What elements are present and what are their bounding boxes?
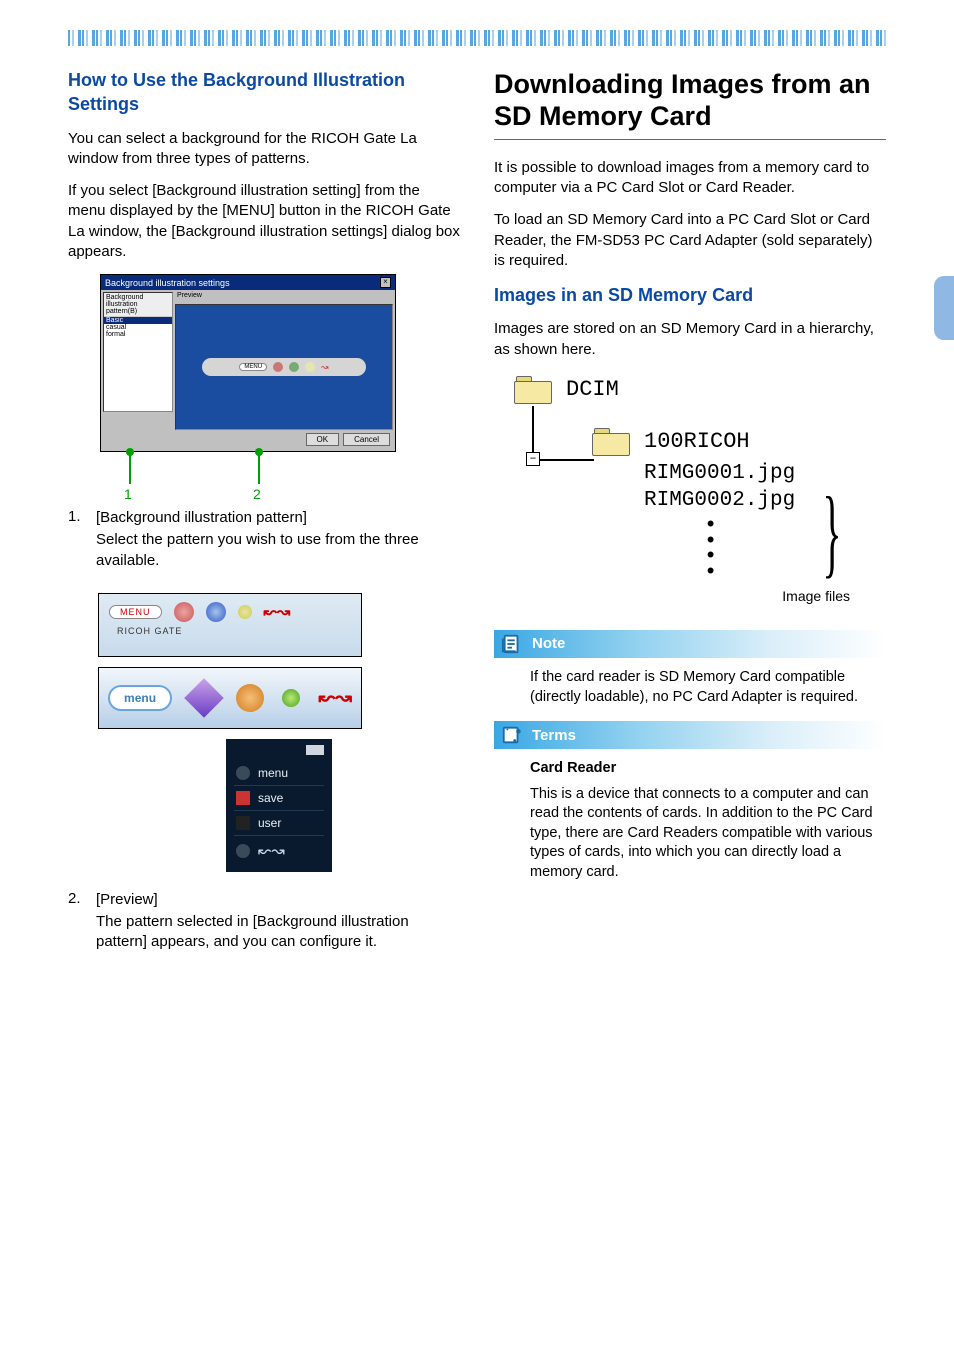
left-column: How to Use the Background Illustration S… [68,68,460,975]
folder-label-sub: 100RICOH [644,431,750,453]
dialog-preview-header: Preview [175,292,393,304]
dot-icon [238,605,252,619]
right-main-heading: Downloading Images from an SD Memory Car… [494,68,886,140]
terms-callout: Terms Card Reader This is a device that … [494,721,886,882]
terms-body: This is a device that connects to a comp… [530,785,886,883]
sphere-icon [282,689,300,707]
pattern-samples: MENU ↜⁠↝ RICOH GATE menu ↜↝ [98,593,460,872]
collapse-icon: – [526,452,540,466]
left-para-2: If you select [Background illustration s… [68,181,460,262]
list-number: 1. [68,508,86,583]
close-icon[interactable]: × [380,277,391,288]
pattern-menu-button: MENU [109,605,162,619]
left-heading: How to Use the Background Illustration S… [68,68,460,117]
pattern-casual: menu ↜↝ [98,667,362,729]
cancel-button[interactable]: Cancel [343,433,390,446]
dialog-window: Background illustration settings × Backg… [100,274,396,452]
pattern-brand-label: RICOH GATE [117,626,182,636]
ok-button[interactable]: OK [306,433,340,446]
list-number: 2. [68,890,86,965]
list-item: 2. [Preview] The pattern selected in [Ba… [68,890,460,965]
folder-icon [514,376,552,404]
folder-icon [592,428,630,456]
dialog-figure: Background illustration settings × Backg… [100,274,460,498]
preview-menu-button: MENU [239,363,267,371]
decorative-diamond-band [68,30,886,46]
preview-dot-icon [273,362,283,372]
preview-swoosh-icon: ↝ [321,362,329,373]
swoosh-icon: ↜↝ [258,841,285,861]
two-column-layout: How to Use the Background Illustration S… [68,68,886,975]
save-icon [236,791,250,805]
dialog-list-item-basic[interactable]: Basic [104,317,172,324]
list-item-title: [Preview] [96,890,460,910]
pattern-row-label: menu [258,766,288,780]
dialog-titlebar: Background illustration settings × [101,275,395,290]
pattern-menu-button: menu [108,685,172,711]
swoosh-icon: ↜⁠↝ [264,602,291,622]
save-icon [174,602,194,622]
dialog-pattern-list[interactable]: Background illustration pattern(B) Basic… [103,292,173,412]
dialog-list-item-casual[interactable]: casual [104,324,172,331]
user-icon [206,602,226,622]
note-body: If the card reader is SD Memory Card com… [530,668,886,707]
list-item-body: The pattern selected in [Background illu… [96,912,460,953]
dialog-preview-area: MENU ↝ [175,304,393,430]
pattern-basic: MENU ↜⁠↝ RICOH GATE [98,593,362,657]
file-list: RIMG0001.jpg RIMG0002.jpg [644,460,886,515]
hierarchy-caption: Image files [494,588,850,604]
user-icon [236,816,250,830]
numbered-list: 2. [Preview] The pattern selected in [Ba… [68,890,460,965]
page-side-tab [934,276,954,340]
note-title: Note [530,635,565,652]
right-para-1: It is possible to download images from a… [494,158,886,199]
note-callout: Note If the card reader is SD Memory Car… [494,630,886,707]
dialog-callouts: 1 2 [100,452,460,498]
right-para-2: To load an SD Memory Card into a PC Card… [494,210,886,271]
dot-icon [236,766,250,780]
callout-number-2: 2 [253,486,261,502]
pattern-formal: menu save user ↜↝ [226,739,332,872]
preview-dot-icon [289,362,299,372]
swoosh-icon: ↜↝ [318,685,352,710]
page: How to Use the Background Illustration S… [0,0,954,1035]
preview-dot-icon [305,362,315,372]
right-subheading: Images in an SD Memory Card [494,283,886,307]
list-item-body: Select the pattern you wish to use from … [96,530,460,571]
dialog-list-header: Background illustration pattern(B) [104,293,172,317]
dialog-list-item-formal[interactable]: formal [104,331,172,338]
preview-toolbar: MENU ↝ [202,358,366,376]
window-controls-icon [306,745,324,755]
brace-icon: } [822,482,841,582]
note-icon [494,630,530,658]
callout-number-1: 1 [124,486,132,502]
numbered-list: 1. [Background illustration pattern] Sel… [68,508,460,583]
terms-title: Terms [530,727,576,744]
terms-icon [494,721,530,749]
folder-hierarchy-diagram: DCIM – 100RICOH RIMG0001.jpg RIMG0002.jp… [514,372,886,580]
file-name: RIMG0001.jpg [644,460,886,487]
tree-connector: – [532,406,652,526]
left-para-1: You can select a background for the RICO… [68,129,460,170]
list-item-title: [Background illustration pattern] [96,508,460,528]
ellipsis-icon: •••• [704,514,886,580]
terms-term: Card Reader [530,759,886,779]
list-item: 1. [Background illustration pattern] Sel… [68,508,460,583]
dot-icon [236,844,250,858]
dialog-title-text: Background illustration settings [105,278,230,288]
cube-icon [184,678,224,718]
right-column: Downloading Images from an SD Memory Car… [494,68,886,975]
folder-label-root: DCIM [566,379,619,401]
pattern-row-label: save [258,791,283,805]
file-name: RIMG0002.jpg [644,487,886,514]
right-para-3: Images are stored on an SD Memory Card i… [494,319,886,360]
sphere-icon [236,684,264,712]
pattern-row-label: user [258,816,281,830]
